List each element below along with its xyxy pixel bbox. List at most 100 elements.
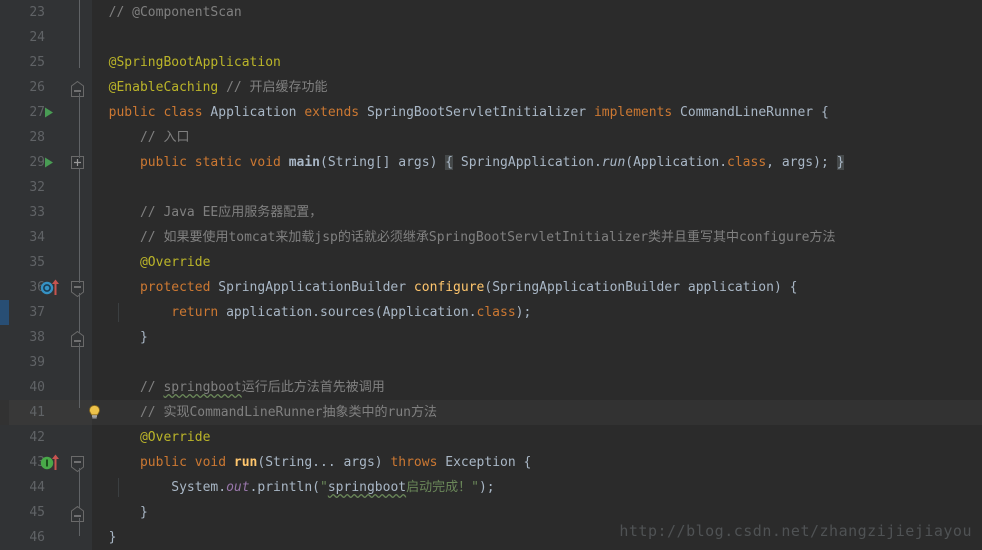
- code-token: void: [194, 455, 227, 470]
- code-line[interactable]: 42 @Override: [0, 425, 982, 450]
- code-line[interactable]: 23 // @ComponentScan: [0, 0, 982, 25]
- code-token: class: [476, 305, 516, 320]
- line-number: 42: [29, 430, 45, 445]
- vcs-modified-line-marker[interactable]: [0, 300, 9, 325]
- code-line[interactable]: 25 @SpringBootApplication: [0, 50, 982, 75]
- code-token: // 实现CommandLineRunner抽象类中的run方法: [139, 405, 437, 420]
- code-text[interactable]: public static void main(String[] args) {…: [93, 150, 845, 175]
- line-number: 38: [29, 330, 45, 345]
- code-token: static: [194, 155, 242, 170]
- code-line[interactable]: 34 // 如果要使用tomcat来加载jsp的话就必须继承SpringBoot…: [0, 225, 982, 250]
- code-line[interactable]: 41 // 实现CommandLineRunner抽象类中的run方法: [0, 400, 982, 425]
- line-number: 33: [29, 205, 45, 220]
- code-token: // 如果要使用tomcat来加载jsp的话就必须继承SpringBootSer…: [139, 230, 836, 245]
- code-text[interactable]: }: [93, 500, 148, 525]
- code-token: main: [288, 155, 321, 170]
- code-token: class: [727, 155, 767, 170]
- code-token: ": [320, 480, 328, 495]
- fold-collapse-icon[interactable]: [71, 325, 89, 350]
- code-line[interactable]: 39: [0, 350, 982, 375]
- run-triangle-icon[interactable]: [42, 100, 64, 125]
- code-line[interactable]: 32: [0, 175, 982, 200]
- code-token: public: [139, 155, 187, 170]
- code-token: (SpringApplicationBuilder application) {: [484, 280, 798, 295]
- code-line[interactable]: 37 return application.sources(Applicatio…: [0, 300, 982, 325]
- code-token: );: [515, 305, 532, 320]
- fold-collapse-icon[interactable]: [71, 450, 89, 475]
- code-token: SpringBootServletInitializer: [359, 105, 594, 120]
- code-line[interactable]: 29 public static void main(String[] args…: [0, 150, 982, 175]
- code-line[interactable]: 36 protected SpringApplicationBuilder co…: [0, 275, 982, 300]
- code-text[interactable]: // 实现CommandLineRunner抽象类中的run方法: [93, 400, 437, 425]
- line-number: 46: [29, 530, 45, 545]
- code-line[interactable]: 38 }: [0, 325, 982, 350]
- code-token: throws: [390, 455, 438, 470]
- code-token: out: [226, 480, 250, 495]
- code-token: }: [836, 155, 845, 170]
- code-text[interactable]: // @ComponentScan: [93, 0, 242, 25]
- code-token: CommandLineRunner {: [672, 105, 829, 120]
- code-text[interactable]: @Override: [93, 250, 210, 275]
- code-token: void: [249, 155, 281, 170]
- code-token: // Java EE应用服务器配置，: [139, 205, 323, 220]
- code-token: springboot: [327, 480, 407, 495]
- code-line[interactable]: 44 System.out.println("springboot启动完成！")…: [0, 475, 982, 500]
- line-number: 24: [29, 30, 45, 45]
- code-line[interactable]: 35 @Override: [0, 250, 982, 275]
- code-token: application.sources(Application.: [218, 305, 477, 320]
- code-text[interactable]: @Override: [93, 425, 210, 450]
- code-token: implements: [593, 105, 673, 120]
- code-line[interactable]: 40 // springboot运行后此方法首先被调用: [0, 375, 982, 400]
- code-text[interactable]: public void run(String... args) throws E…: [93, 450, 531, 475]
- code-token: );: [478, 480, 495, 495]
- code-line[interactable]: 27 public class Application extends Spri…: [0, 100, 982, 125]
- code-editor[interactable]: 23 // @ComponentScan 24 25 @SpringBootAppl…: [0, 0, 982, 550]
- code-token: @Override: [139, 430, 211, 445]
- code-line[interactable]: 28 // 入口: [0, 125, 982, 150]
- code-text[interactable]: System.out.println("springboot启动完成！");: [93, 475, 495, 500]
- run-triangle-icon[interactable]: [42, 150, 64, 175]
- code-token: protected: [139, 280, 211, 295]
- fold-collapse-icon[interactable]: [71, 500, 89, 525]
- code-text[interactable]: }: [93, 525, 117, 550]
- code-line[interactable]: 26 @EnableCaching // 开启缓存功能: [0, 75, 982, 100]
- code-token: }: [93, 530, 117, 545]
- code-text[interactable]: // 如果要使用tomcat来加载jsp的话就必须继承SpringBootSer…: [93, 225, 836, 250]
- implementing-method-icon[interactable]: [40, 450, 64, 475]
- fold-expand-icon[interactable]: [71, 150, 89, 175]
- code-text[interactable]: @EnableCaching // 开启缓存功能: [93, 75, 328, 100]
- fold-collapse-icon[interactable]: [71, 75, 89, 100]
- code-token: // @ComponentScan: [108, 5, 242, 20]
- code-text[interactable]: // springboot运行后此方法首先被调用: [93, 375, 385, 400]
- code-token: @SpringBootApplication: [108, 55, 281, 70]
- code-text[interactable]: @SpringBootApplication: [93, 50, 281, 75]
- code-token: // 开启缓存功能: [226, 80, 328, 95]
- code-text[interactable]: // 入口: [93, 125, 189, 150]
- line-number: 45: [29, 505, 45, 520]
- fold-collapse-icon[interactable]: [71, 275, 89, 300]
- code-text[interactable]: protected SpringApplicationBuilder confi…: [93, 275, 797, 300]
- code-line[interactable]: 24: [0, 25, 982, 50]
- code-token: (String... args): [257, 455, 391, 470]
- overriding-method-icon[interactable]: [40, 275, 64, 300]
- line-number: 32: [29, 180, 45, 195]
- code-text[interactable]: }: [93, 325, 148, 350]
- code-text[interactable]: return application.sources(Application.c…: [93, 300, 531, 325]
- code-text[interactable]: public class Application extends SpringB…: [93, 100, 829, 125]
- code-token: SpringApplicationBuilder: [210, 280, 414, 295]
- code-line[interactable]: 33 // Java EE应用服务器配置，: [0, 200, 982, 225]
- line-number: 34: [29, 230, 45, 245]
- code-line[interactable]: 43 public void run(String... args) throw…: [0, 450, 982, 475]
- code-text[interactable]: // Java EE应用服务器配置，: [93, 200, 322, 225]
- fold-region-spine: [79, 0, 80, 68]
- fold-region-spine: [79, 343, 80, 408]
